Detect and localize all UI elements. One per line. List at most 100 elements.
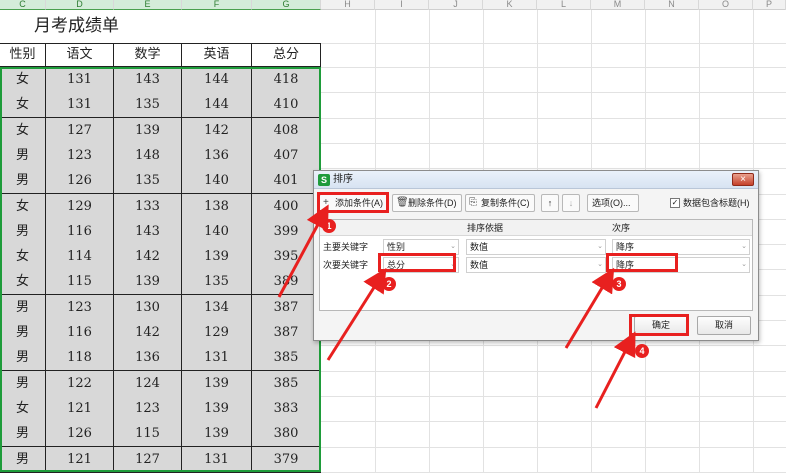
cell-math[interactable]: 135 [114,168,182,195]
cell-english[interactable]: 139 [182,244,252,271]
cell-math[interactable]: 139 [114,117,182,144]
column-header-p[interactable]: P [753,0,786,10]
cell-gender[interactable]: 男 [0,218,46,245]
header-math[interactable]: 数学 [114,43,182,67]
cell-gender[interactable]: 女 [0,269,46,296]
cell-english[interactable]: 129 [182,320,252,346]
close-button[interactable]: × [732,173,754,186]
cell-math[interactable]: 133 [114,193,182,220]
cell-chinese[interactable]: 126 [46,421,114,448]
cell-total[interactable]: 407 [252,142,321,169]
cell-english[interactable]: 139 [182,370,252,397]
primary-order-select[interactable]: 降序 ⌄ [612,239,750,255]
cell-english[interactable]: 140 [182,218,252,245]
cell-gender[interactable]: 女 [0,244,46,271]
cell-english[interactable]: 134 [182,294,252,321]
cell-total[interactable]: 410 [252,92,321,119]
primary-key-select[interactable]: 性别 ⌄ [383,239,459,255]
cell-gender[interactable]: 男 [0,345,46,372]
cell-chinese[interactable]: 123 [46,142,114,169]
cell-english[interactable]: 140 [182,168,252,195]
cell-english[interactable]: 142 [182,117,252,144]
column-header-e[interactable]: E [114,0,182,10]
column-header-l[interactable]: L [537,0,591,10]
cell-chinese[interactable]: 114 [46,244,114,271]
cell-chinese[interactable]: 131 [46,92,114,119]
cell-math[interactable]: 143 [114,67,182,93]
cell-english[interactable]: 131 [182,446,252,473]
move-down-button[interactable]: ↓ [562,194,580,212]
secondary-basis-select[interactable]: 数值 ⌄ [466,257,606,273]
column-header-c[interactable]: C [0,0,46,10]
cell-gender[interactable]: 男 [0,421,46,448]
column-header-j[interactable]: J [429,0,483,10]
dialog-titlebar[interactable]: S 排序 × [314,171,758,189]
cell-gender[interactable]: 男 [0,370,46,397]
ok-button[interactable]: 确定 [634,316,688,335]
header-english[interactable]: 英语 [182,43,252,67]
cell-math[interactable]: 124 [114,370,182,397]
primary-basis-select[interactable]: 数值 ⌄ [466,239,606,255]
cell-gender[interactable]: 女 [0,67,46,93]
move-up-button[interactable]: ↑ [541,194,559,212]
column-header-d[interactable]: D [46,0,114,10]
cell-chinese[interactable]: 129 [46,193,114,220]
cell-total[interactable]: 379 [252,446,321,473]
column-header-n[interactable]: N [645,0,699,10]
cell-total[interactable]: 399 [252,218,321,245]
cell-total[interactable]: 387 [252,320,321,346]
cell-math[interactable]: 142 [114,320,182,346]
cell-english[interactable]: 144 [182,67,252,93]
header-gender[interactable]: 性别 [0,43,46,67]
cell-english[interactable]: 136 [182,142,252,169]
cancel-button[interactable]: 取消 [697,316,751,335]
header-chinese[interactable]: 语文 [46,43,114,67]
cell-english[interactable]: 144 [182,92,252,119]
column-header-m[interactable]: M [591,0,645,10]
cell-chinese[interactable]: 121 [46,395,114,422]
cell-math[interactable]: 115 [114,421,182,448]
cell-gender[interactable]: 男 [0,142,46,169]
cell-chinese[interactable]: 121 [46,446,114,473]
cell-math[interactable]: 136 [114,345,182,372]
cell-gender[interactable]: 男 [0,446,46,473]
cell-chinese[interactable]: 127 [46,117,114,144]
column-header-o[interactable]: O [699,0,753,10]
cell-total[interactable]: 383 [252,395,321,422]
copy-condition-button[interactable]: ⎘ 复制条件(C) [465,194,535,212]
cell-chinese[interactable]: 115 [46,269,114,296]
cell-total[interactable]: 380 [252,421,321,448]
cell-chinese[interactable]: 122 [46,370,114,397]
cell-math[interactable]: 123 [114,395,182,422]
cell-math[interactable]: 139 [114,269,182,296]
cell-total[interactable]: 418 [252,67,321,93]
cell-total[interactable]: 400 [252,193,321,220]
cell-english[interactable]: 138 [182,193,252,220]
cell-math[interactable]: 130 [114,294,182,321]
cell-gender[interactable]: 男 [0,320,46,346]
cell-total[interactable]: 387 [252,294,321,321]
secondary-key-select[interactable]: 总分 ⌄ [383,257,459,273]
cell-english[interactable]: 139 [182,395,252,422]
cell-chinese[interactable]: 126 [46,168,114,195]
column-header-g[interactable]: G [252,0,321,10]
cell-gender[interactable]: 男 [0,294,46,321]
cell-total[interactable]: 389 [252,269,321,296]
sheet-title[interactable]: 月考成绩单 [0,10,321,43]
column-header-i[interactable]: I [375,0,429,10]
cell-gender[interactable]: 女 [0,92,46,119]
delete-condition-button[interactable]: 🗑 删除条件(D) [392,194,462,212]
cell-total[interactable]: 395 [252,244,321,271]
cell-chinese[interactable]: 131 [46,67,114,93]
cell-math[interactable]: 127 [114,446,182,473]
has-header-checkbox[interactable]: ✓ [670,198,680,208]
options-button[interactable]: 选项(O)... [587,194,639,212]
cell-gender[interactable]: 女 [0,117,46,144]
column-header-k[interactable]: K [483,0,537,10]
cell-english[interactable]: 139 [182,421,252,448]
add-condition-button[interactable]: + 添加条件(A) [319,194,389,212]
cell-math[interactable]: 143 [114,218,182,245]
header-total[interactable]: 总分 [252,43,321,67]
cell-english[interactable]: 135 [182,269,252,296]
cell-chinese[interactable]: 123 [46,294,114,321]
